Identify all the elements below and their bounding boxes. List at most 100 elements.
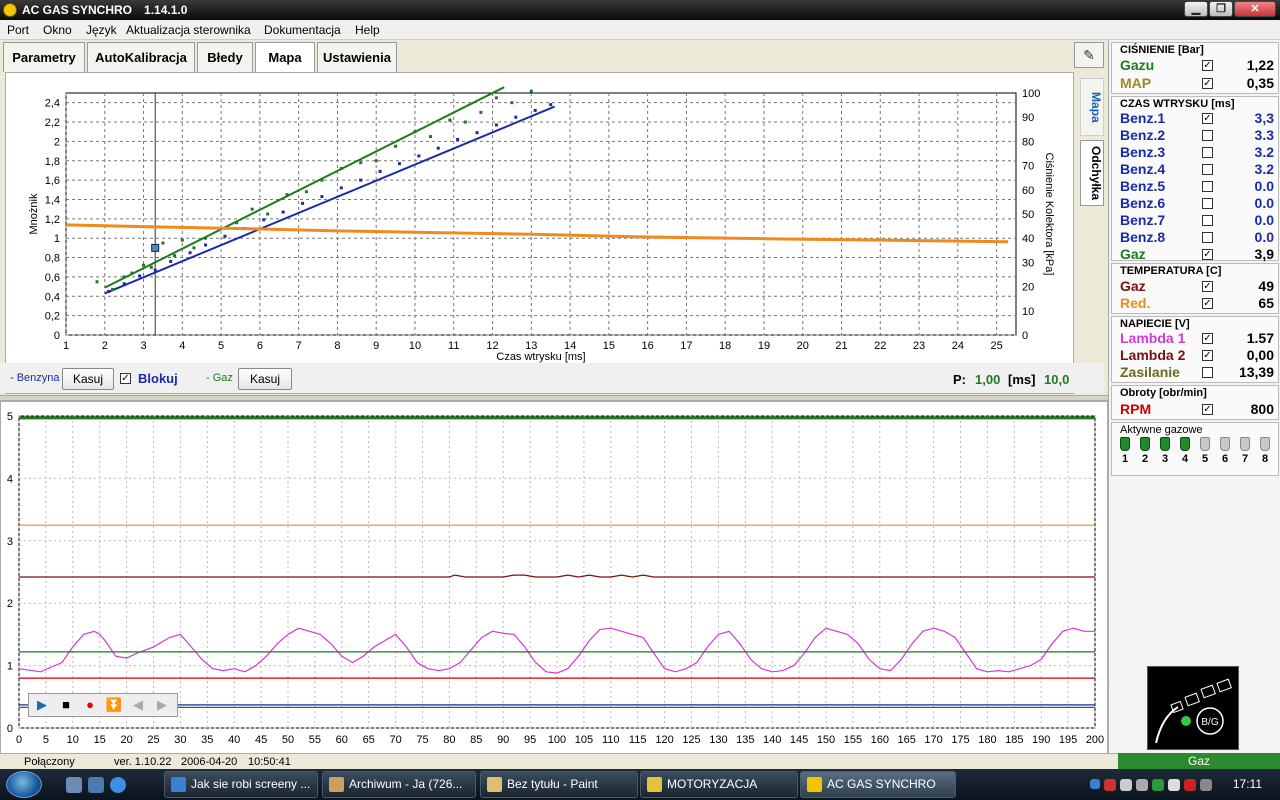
show-desktop-icon[interactable] (66, 777, 82, 793)
wrench-icon[interactable]: ✎ (1074, 42, 1104, 68)
y2-tick-label: 60 (1022, 185, 1034, 197)
next-icon[interactable]: ▶ (151, 696, 173, 714)
vtab-odchylka[interactable]: Odchyłka (1080, 140, 1104, 206)
blokuj-checkbox[interactable]: ✓ (120, 373, 131, 384)
logo-text: B/G (1201, 717, 1218, 728)
row-checkbox[interactable]: ✓ (1202, 249, 1213, 260)
row-checkbox[interactable]: ✓ (1202, 298, 1213, 309)
start-button[interactable] (6, 771, 42, 798)
data-point (107, 289, 111, 293)
gaz-legend: - Gaz (206, 372, 233, 384)
stop-icon[interactable]: ■ (55, 696, 77, 714)
volume-icon[interactable] (1168, 779, 1180, 791)
row-checkbox[interactable] (1202, 164, 1213, 175)
x-tick-label: 145 (790, 734, 808, 746)
network-icon[interactable] (1120, 779, 1132, 791)
maximize-button[interactable]: ❐ (1209, 1, 1233, 17)
menu-help[interactable]: Help (355, 23, 380, 37)
row-label: Gaz (1120, 278, 1146, 294)
row-checkbox[interactable]: ✓ (1202, 281, 1213, 292)
tray-app3-icon[interactable] (1184, 779, 1196, 791)
x-tick-label: 22 (874, 340, 886, 352)
row-checkbox[interactable] (1202, 232, 1213, 243)
data-point (436, 146, 440, 150)
tray-app-icon[interactable] (1136, 779, 1148, 791)
row-checkbox[interactable]: ✓ (1202, 333, 1213, 344)
clock[interactable]: 17:11 (1233, 777, 1262, 791)
record-icon[interactable]: ● (79, 696, 101, 714)
download-icon[interactable]: ⏬ (103, 696, 125, 714)
menu-okno[interactable]: Okno (43, 23, 72, 37)
row-checkbox[interactable]: ✓ (1202, 60, 1213, 71)
row-checkbox[interactable] (1202, 367, 1213, 378)
row-value: 0.0 (1254, 212, 1274, 228)
map-chart[interactable]: 1 2 3 4 5 6 7 8 9 10 11 12 13 14 15 16 17 18 19 20 21 22 23 24 2… (6, 73, 1073, 363)
tab-parametry[interactable]: Parametry (3, 42, 85, 72)
kasuj-gaz-button[interactable]: Kasuj (238, 368, 292, 390)
taskbar-button[interactable]: MOTORYZACJA (640, 771, 798, 798)
injection-group: CZAS WTRYSKU [ms] Benz.1 ✓ 3,3 Benz.2 3.3 Ben… (1111, 96, 1279, 262)
panel-row: Gazu ✓ 1,22 (1118, 57, 1276, 74)
minimize-button[interactable]: ▁ (1184, 1, 1208, 17)
tab-ustawienia[interactable]: Ustawienia (317, 42, 397, 72)
x-tick-label: 110 (602, 734, 620, 746)
play-icon[interactable]: ▶ (31, 696, 53, 714)
browser-icon[interactable] (110, 777, 126, 793)
kasuj-benzyna-button[interactable]: Kasuj (62, 368, 114, 390)
menu-aktualizacja[interactable]: Aktualizacja sterownika (126, 23, 251, 37)
panel-row: Lambda 1 ✓ 1.57 (1118, 330, 1276, 347)
row-checkbox[interactable] (1202, 198, 1213, 209)
row-value: 1.57 (1246, 330, 1274, 346)
y-tick-label: 1 (54, 233, 60, 245)
tab-bledy[interactable]: Błedy (197, 42, 253, 72)
antivirus-icon[interactable] (1104, 779, 1116, 791)
row-checkbox[interactable]: ✓ (1202, 113, 1213, 124)
row-checkbox[interactable] (1202, 181, 1213, 192)
pressure-group: CIŚNIENIE [Bar] Gazu ✓ 1,22 MAP ✓ 0,35 (1111, 42, 1279, 94)
injector-indicator: 1 (1118, 437, 1132, 465)
y-tick-label: 0,8 (45, 253, 60, 265)
row-value: 0,35 (1246, 75, 1274, 91)
tray-app2-icon[interactable] (1152, 779, 1164, 791)
menu-port[interactable]: Port (7, 23, 29, 37)
x-tick-label: 19 (758, 340, 770, 352)
voltage-group: NAPIECIE [V] Lambda 1 ✓ 1.57 Lambda 2 ✓ 0,00 Z… (1111, 316, 1279, 383)
switch-windows-icon[interactable] (88, 777, 104, 793)
x-tick-label: 105 (575, 734, 593, 746)
row-value: 800 (1250, 401, 1274, 417)
x-tick-label: 2 (102, 340, 108, 352)
language-icon[interactable] (1090, 779, 1100, 789)
taskbar-button-label: Jak sie robi screeny ... (191, 777, 311, 791)
x-tick-label: 120 (655, 734, 673, 746)
taskbar-button[interactable]: AC GAS SYNCHRO (800, 771, 956, 798)
close-button[interactable]: ✕ (1234, 1, 1276, 17)
x-tick-label: 50 (282, 734, 294, 746)
row-label: Benz.1 (1120, 110, 1166, 126)
row-checkbox[interactable]: ✓ (1202, 404, 1213, 415)
menu-jezyk[interactable]: Język (86, 23, 117, 37)
tab-mapa[interactable]: Mapa (255, 42, 315, 72)
y-tick-label: 5 (7, 411, 13, 423)
row-checkbox[interactable] (1202, 215, 1213, 226)
taskbar-button[interactable]: Bez tytułu - Paint (480, 771, 638, 798)
panel-row: Lambda 2 ✓ 0,00 (1118, 347, 1276, 364)
taskbar-button[interactable]: Jak sie robi screeny ... (164, 771, 318, 798)
taskbar-button[interactable]: Archiwum - Ja (726... (322, 771, 476, 798)
row-checkbox[interactable]: ✓ (1202, 350, 1213, 361)
y2-tick-label: 80 (1022, 136, 1034, 148)
row-checkbox[interactable] (1202, 130, 1213, 141)
x-tick-label: 80 (443, 734, 455, 746)
tab-autokalibracja[interactable]: AutoKalibracja (87, 42, 195, 72)
prev-icon[interactable]: ◀ (127, 696, 149, 714)
tray-app4-icon[interactable] (1200, 779, 1212, 791)
y-tick-label: 0,6 (45, 272, 60, 284)
x-tick-label: 200 (1086, 734, 1104, 746)
row-label: Benz.5 (1120, 178, 1166, 194)
row-value: 0,00 (1246, 347, 1274, 363)
row-checkbox[interactable] (1202, 147, 1213, 158)
vtab-mapa[interactable]: Mapa (1080, 78, 1104, 136)
y2-tick-label: 70 (1022, 161, 1034, 173)
menu-dokumentacja[interactable]: Dokumentacja (264, 23, 341, 37)
row-checkbox[interactable]: ✓ (1202, 78, 1213, 89)
mode-indicator: Gaz (1118, 753, 1280, 769)
